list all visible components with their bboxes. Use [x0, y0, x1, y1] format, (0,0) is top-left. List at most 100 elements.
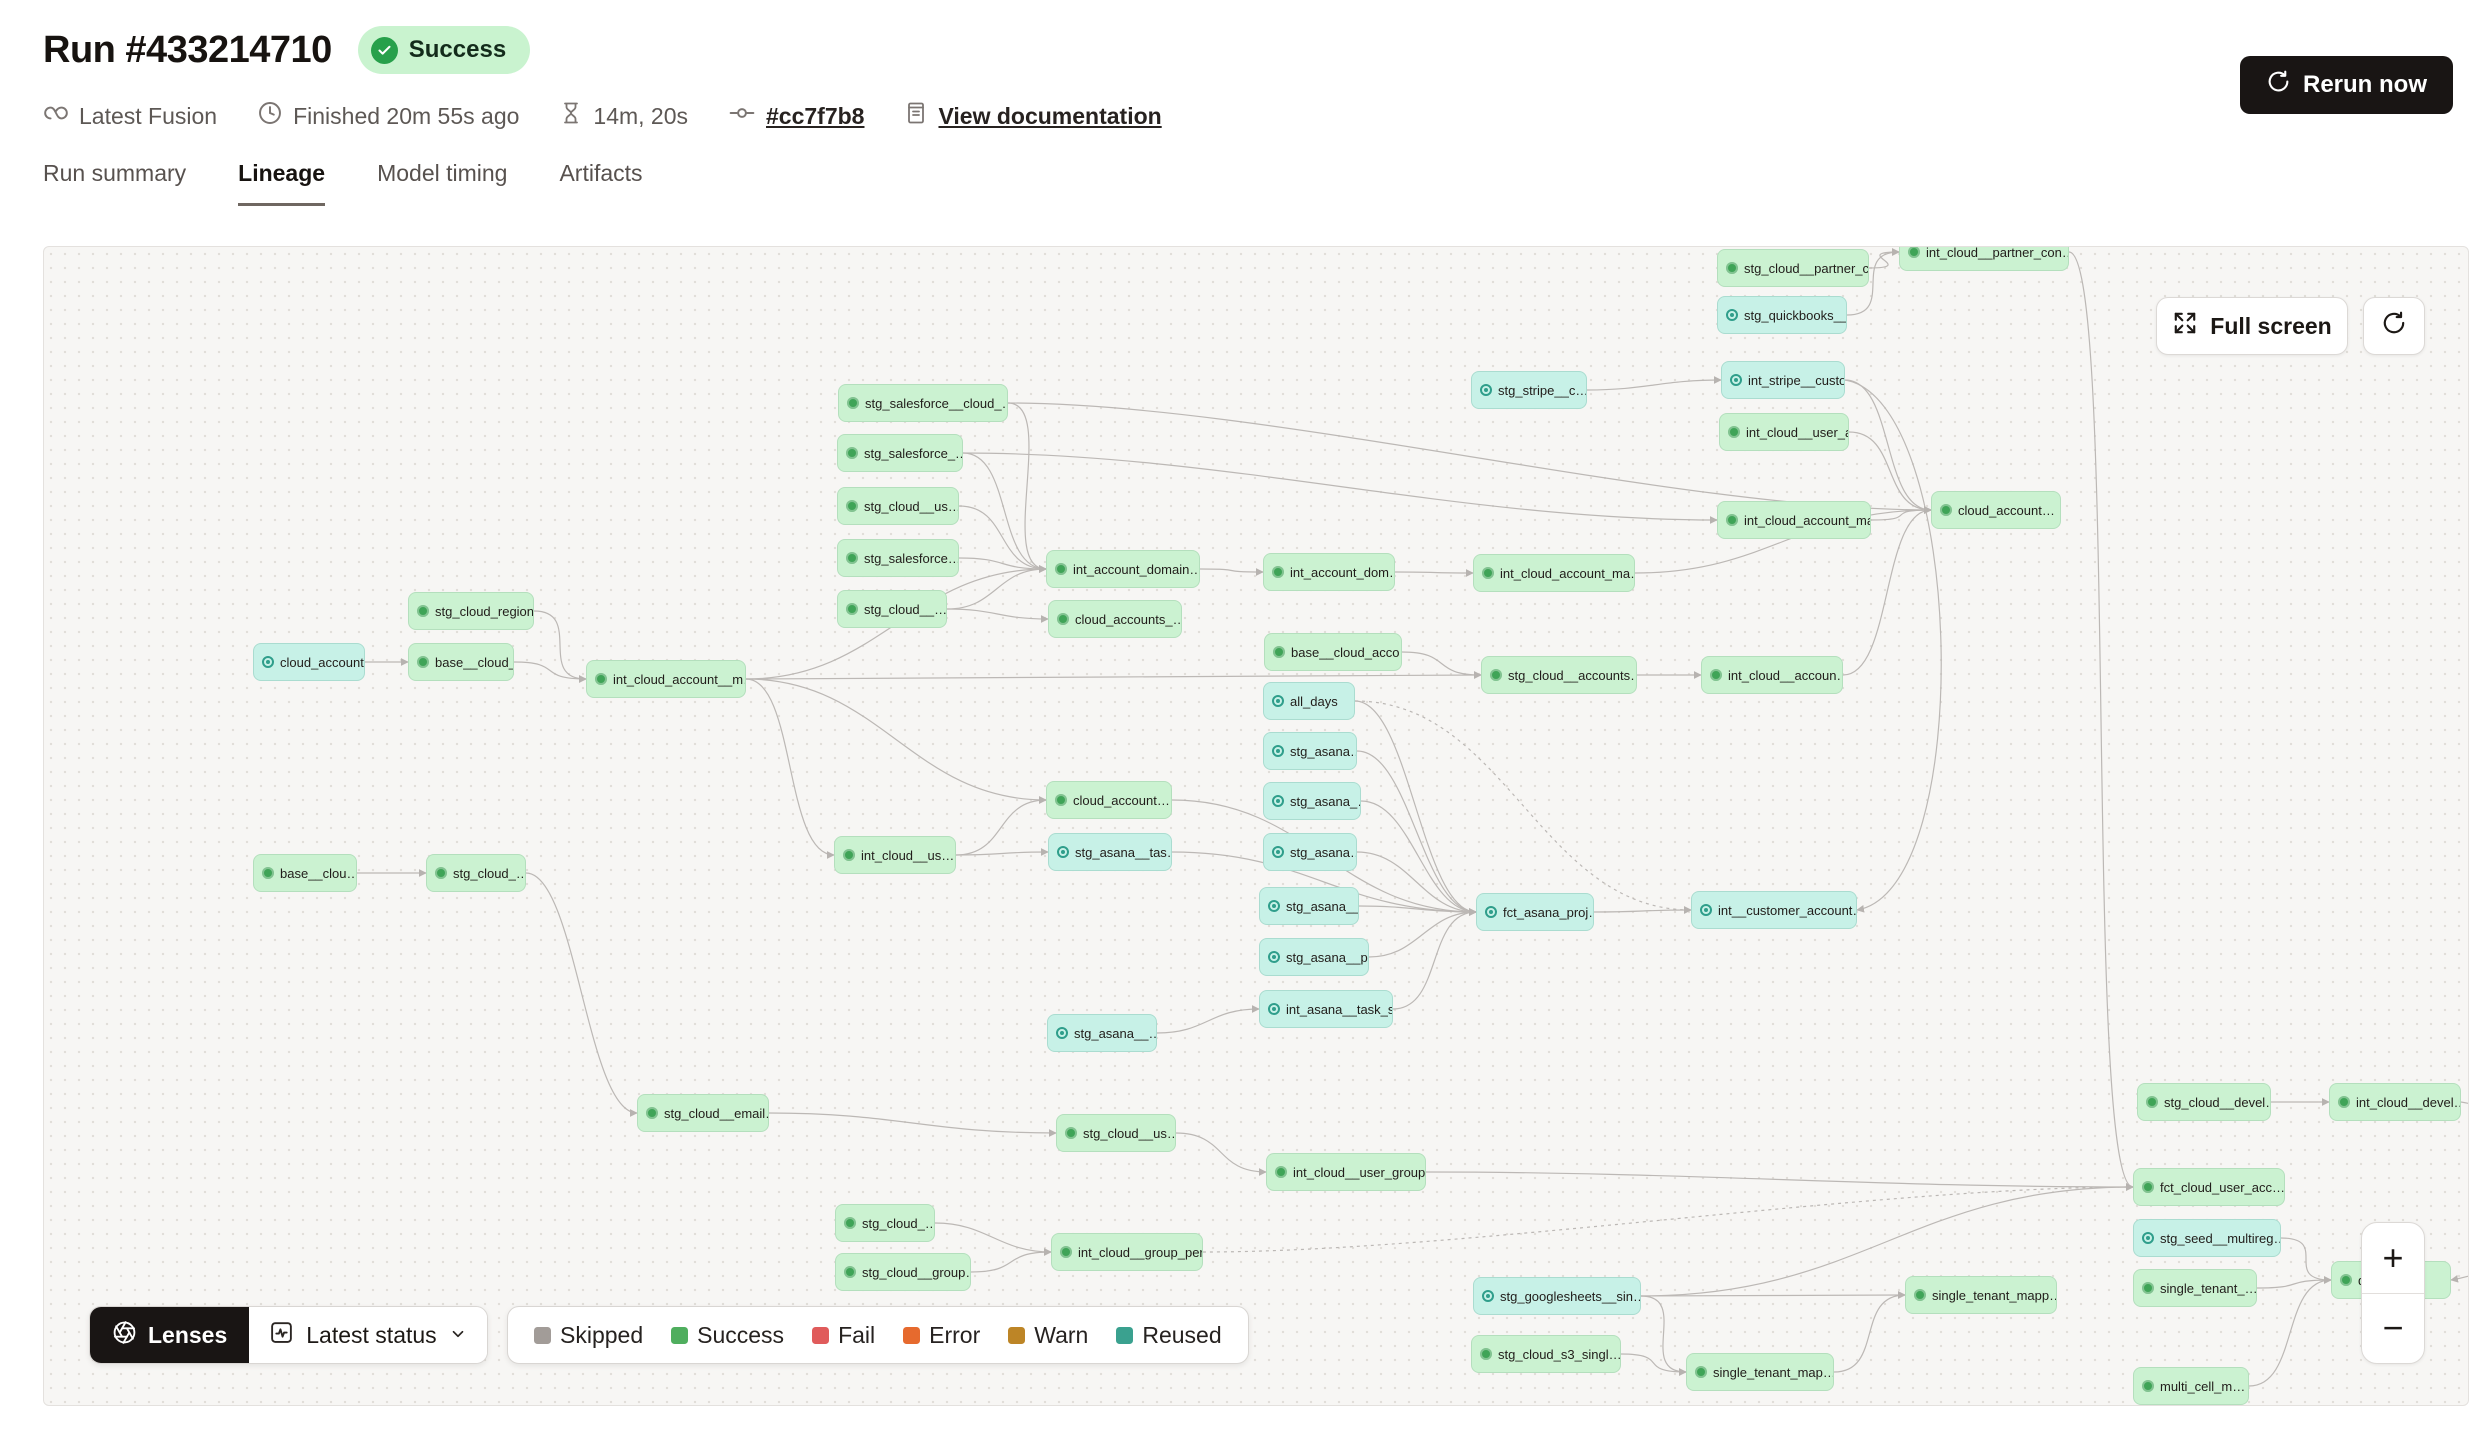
graph-node[interactable]: all_days: [1263, 682, 1355, 720]
refresh-canvas-icon: [2381, 310, 2407, 342]
chevron-down-icon: [449, 1322, 467, 1349]
node-label: cloud_account…: [1073, 793, 1170, 808]
graph-node[interactable]: fct_cloud_user_acc…: [2133, 1168, 2285, 1206]
graph-node[interactable]: int_account_dom…: [1263, 553, 1395, 591]
node-label: int_stripe__custo…: [1748, 373, 1845, 388]
graph-node[interactable]: int_cloud__group_per…: [1051, 1233, 1203, 1271]
graph-node[interactable]: cloud_accounts_…: [1048, 600, 1182, 638]
hourglass-icon: [559, 100, 583, 132]
node-label: stg_salesforce…: [864, 551, 959, 566]
graph-node[interactable]: int_cloud__devel…: [2329, 1083, 2461, 1121]
node-success-icon: [646, 1107, 658, 1119]
graph-node[interactable]: stg_asana…: [1263, 732, 1357, 770]
node-label: base__cloud_acco…: [1291, 645, 1402, 660]
graph-node[interactable]: int_cloud_account_ma…: [1717, 501, 1871, 539]
graph-node[interactable]: stg_asana__…: [1259, 887, 1359, 925]
graph-node[interactable]: stg_salesforce_…: [837, 434, 963, 472]
graph-node[interactable]: stg_cloud_region…: [408, 592, 534, 630]
tab-run-summary[interactable]: Run summary: [43, 160, 186, 206]
fullscreen-button[interactable]: Full screen: [2156, 297, 2348, 355]
rerun-now-button[interactable]: Rerun now: [2240, 56, 2453, 114]
graph-node[interactable]: cloud_account…: [253, 643, 365, 681]
graph-node[interactable]: fct_asana_proj…: [1476, 893, 1594, 931]
graph-node[interactable]: int_account_domain…: [1046, 550, 1200, 588]
graph-node[interactable]: int_cloud__accoun…: [1701, 656, 1843, 694]
node-label: stg_stripe__c…: [1498, 383, 1587, 398]
legend-item-fail: Fail: [812, 1322, 875, 1349]
legend-swatch-reused: [1116, 1327, 1133, 1344]
node-reused-icon: [1272, 695, 1284, 707]
node-label: stg_cloud_…: [453, 866, 526, 881]
node-label: int_asana__task_s…: [1286, 1002, 1393, 1017]
graph-node[interactable]: base__cloud_…: [408, 643, 514, 681]
view-documentation-link[interactable]: View documentation: [938, 103, 1161, 130]
graph-node[interactable]: int_stripe__custo…: [1721, 361, 1845, 399]
zoom-out-button[interactable]: −: [2362, 1294, 2424, 1364]
latest-fusion-label: Latest Fusion: [79, 103, 217, 130]
graph-node[interactable]: stg_cloud__…: [837, 590, 947, 628]
tab-lineage[interactable]: Lineage: [238, 160, 325, 206]
graph-node[interactable]: stg_asana…: [1263, 833, 1357, 871]
node-label: stg_cloud__group…: [862, 1265, 971, 1280]
graph-node[interactable]: cloud_account…: [1931, 491, 2061, 529]
graph-node[interactable]: stg_cloud__email…: [637, 1094, 769, 1132]
graph-node[interactable]: int_cloud__user_ac…: [1719, 413, 1849, 451]
graph-node[interactable]: stg_cloud__partner_c…: [1717, 249, 1869, 287]
graph-node[interactable]: stg_seed__multireg…: [2133, 1219, 2281, 1257]
node-success-icon: [1480, 1348, 1492, 1360]
graph-node[interactable]: stg_cloud__devel…: [2137, 1083, 2271, 1121]
node-success-icon: [1275, 1166, 1287, 1178]
node-success-icon: [1710, 669, 1722, 681]
graph-node[interactable]: stg_asana__pr…: [1259, 938, 1369, 976]
lenses-button[interactable]: Lenses: [90, 1307, 249, 1363]
graph-node[interactable]: single_tenant_…: [2133, 1269, 2257, 1307]
graph-node[interactable]: int_cloud_account__m…: [586, 660, 746, 698]
graph-node[interactable]: stg_cloud_s3_singl…: [1471, 1335, 1621, 1373]
graph-node[interactable]: int_cloud__partner_con…: [1899, 246, 2069, 271]
commit-link[interactable]: #cc7f7b8: [766, 103, 864, 130]
zoom-in-button[interactable]: +: [2362, 1223, 2424, 1293]
node-reused-icon: [1272, 745, 1284, 757]
status-legend: Skipped Success Fail Error Warn Reused: [507, 1306, 1249, 1364]
graph-node[interactable]: stg_cloud__us…: [837, 487, 959, 525]
node-label: stg_asana…: [1290, 845, 1357, 860]
latest-status-dropdown[interactable]: Latest status: [249, 1307, 486, 1363]
graph-node[interactable]: base__clou…: [253, 854, 357, 892]
node-success-icon: [846, 603, 858, 615]
graph-node[interactable]: int__customer_account…: [1691, 891, 1857, 929]
node-reused-icon: [1730, 374, 1742, 386]
node-label: int_cloud__devel…: [2356, 1095, 2461, 1110]
graph-node[interactable]: single_tenant_mapp…: [1905, 1276, 2057, 1314]
graph-node[interactable]: int_cloud__us…: [834, 836, 956, 874]
graph-node[interactable]: stg_cloud__us…: [1056, 1114, 1176, 1152]
graph-node[interactable]: stg_cloud_…: [426, 854, 526, 892]
lineage-canvas[interactable]: cloud_account… base__clou… stg_cloud_regio…: [43, 246, 2469, 1406]
graph-node[interactable]: stg_salesforce__cloud_…: [838, 384, 1008, 422]
graph-node[interactable]: stg_stripe__c…: [1471, 371, 1587, 409]
graph-node[interactable]: stg_salesforce…: [837, 539, 959, 577]
finished-time: Finished 20m 55s ago: [257, 100, 519, 132]
graph-node[interactable]: stg_cloud_…: [835, 1204, 935, 1242]
graph-node[interactable]: stg_googlesheets__sin…: [1473, 1277, 1641, 1315]
node-label: stg_cloud__email…: [664, 1106, 769, 1121]
graph-node[interactable]: stg_asana_…: [1263, 782, 1361, 820]
canvas-refresh-button[interactable]: [2363, 297, 2425, 355]
tab-model-timing[interactable]: Model timing: [377, 160, 507, 206]
graph-node[interactable]: stg_quickbooks__a…: [1717, 296, 1847, 334]
node-success-icon: [1914, 1289, 1926, 1301]
graph-node[interactable]: single_tenant_map…: [1686, 1353, 1834, 1391]
graph-node[interactable]: cloud_account…: [1046, 781, 1172, 819]
graph-node[interactable]: int_cloud__user_group…: [1266, 1153, 1426, 1191]
graph-node[interactable]: stg_cloud__accounts…: [1481, 656, 1637, 694]
graph-node[interactable]: stg_asana__…: [1047, 1014, 1157, 1052]
graph-node[interactable]: multi_cell_m…: [2133, 1367, 2249, 1405]
graph-node[interactable]: int_cloud_account_ma…: [1473, 554, 1635, 592]
graph-node[interactable]: stg_cloud__group…: [835, 1253, 971, 1291]
graph-node[interactable]: stg_asana__tas…: [1048, 833, 1172, 871]
node-success-icon: [1273, 646, 1285, 658]
node-label: cloud_account…: [1958, 503, 2055, 518]
graph-node[interactable]: base__cloud_acco…: [1264, 633, 1402, 671]
node-reused-icon: [1272, 795, 1284, 807]
graph-node[interactable]: int_asana__task_s…: [1259, 990, 1393, 1028]
tab-artifacts[interactable]: Artifacts: [559, 160, 642, 206]
